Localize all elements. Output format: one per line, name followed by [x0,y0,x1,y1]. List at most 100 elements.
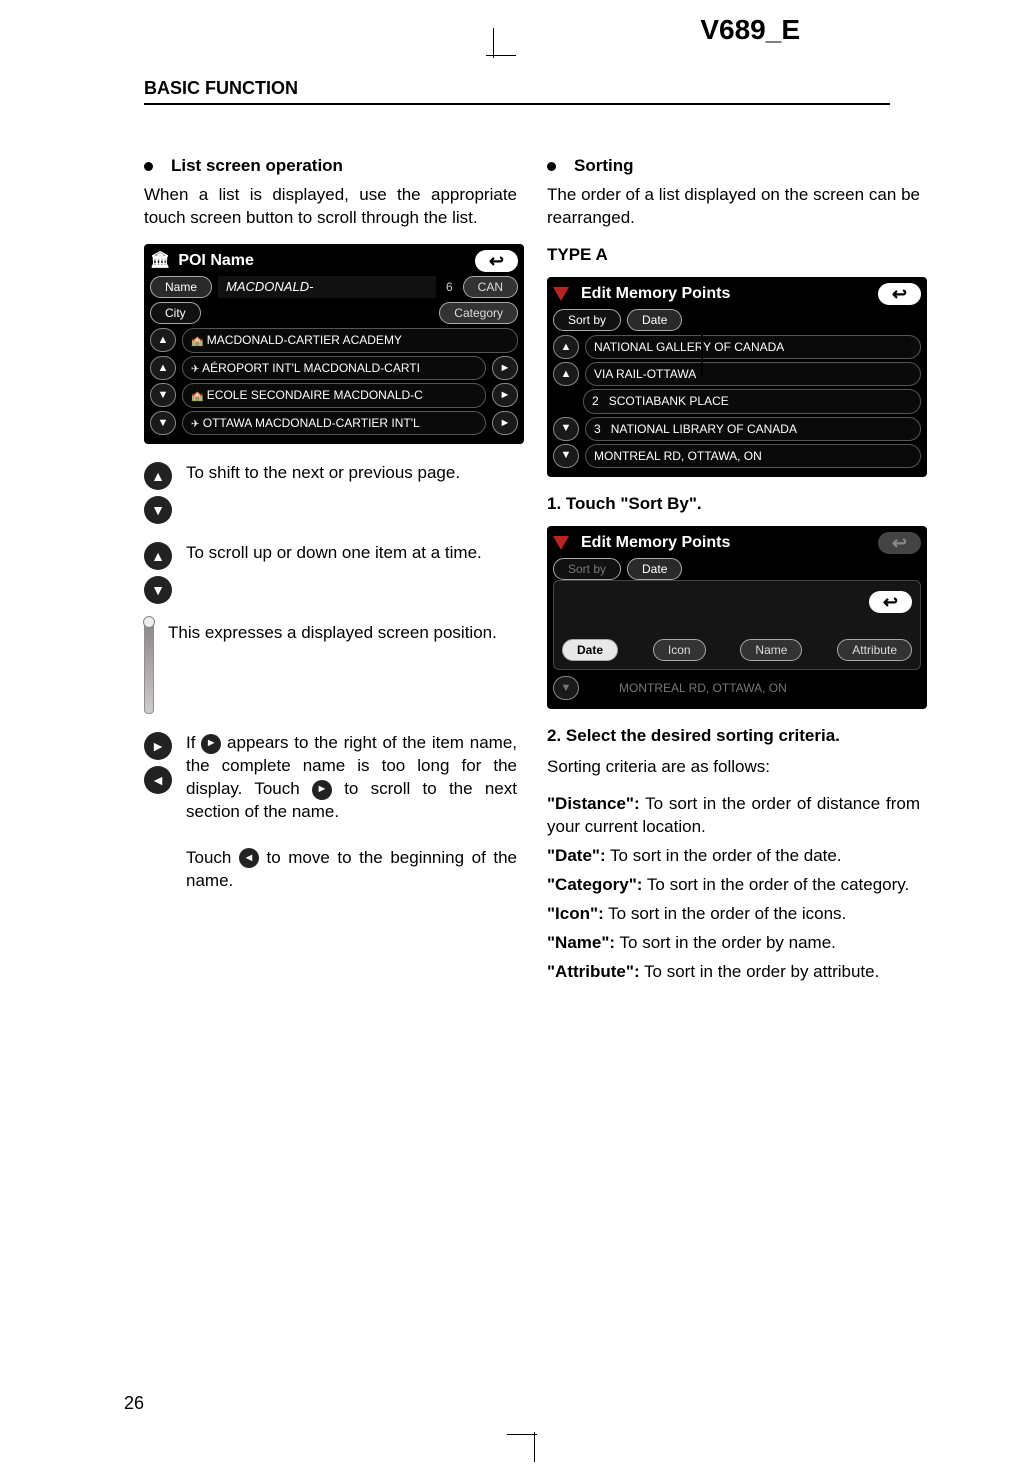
poi-row-1[interactable]: ✈ AÉROPORT INT'L MACDONALD-CARTI [182,356,486,381]
poi-row-0-text: MACDONALD-CARTIER ACADEMY [207,333,402,347]
back-button[interactable]: ↩ [475,250,518,272]
criteria-category-text: To sort in the order of the category. [642,875,909,894]
page-down-button[interactable]: ▼ [150,411,176,435]
name-tab[interactable]: Name [150,276,212,298]
line-down-icon: ▼ [144,576,172,604]
criteria-date-label: "Date": [547,846,606,865]
sort-faded-row: MONTREAL RD, OTTAWA, ON [585,680,787,696]
arrow-desc-1a: If [186,733,201,752]
scroll-left-icon: ◄ [144,766,172,794]
criteria-category: "Category": To sort in the order of the … [547,874,920,897]
inline-right-icon: ► [312,780,332,800]
line-nav-desc: To scroll up or down one item at a time. [186,542,517,565]
right-intro: The order of a list displayed on the scr… [547,184,920,230]
poi-row-2[interactable]: 🏫 ECOLE SECONDAIRE MACDONALD-C [182,383,486,408]
sort-overlay-screenshot: Edit Memory Points ↩ Sort by Date ↩ Date… [547,526,927,709]
region-button[interactable]: CAN [463,276,518,298]
sort-by-button[interactable]: Sort by [553,309,621,331]
mem-row-2[interactable]: 2 SCOTIABANK PLACE [583,389,921,413]
scroll-right-icon: ► [144,732,172,760]
poi-row-3-text: OTTAWA MACDONALD-CARTIER INT'L [203,416,420,430]
criteria-intro: Sorting criteria are as follows: [547,756,920,779]
sort-option-icon[interactable]: Icon [653,639,706,661]
page-down-icon: ▼ [144,496,172,524]
sort-overlay-panel: ↩ Date Icon Name Attribute [553,580,921,670]
sort-option-name[interactable]: Name [740,639,802,661]
back-button[interactable]: ↩ [878,283,921,305]
result-count: 6 [442,279,457,295]
line-up-button[interactable]: ▲ [150,356,176,380]
poi-title: POI Name [178,250,254,272]
page-down-button[interactable]: ▼ [553,444,579,468]
mem-row-3[interactable]: 3 NATIONAL LIBRARY OF CANADA [585,417,921,441]
type-a-label: TYPE A [547,244,920,267]
criteria-attribute-text: To sort in the order by attribute. [640,962,880,981]
city-tab[interactable]: City [150,302,201,324]
sort-option-attribute[interactable]: Attribute [837,639,912,661]
poi-row-3[interactable]: ✈ OTTAWA MACDONALD-CARTIER INT'L [182,411,486,436]
overlay-back-button[interactable]: ↩ [869,591,912,613]
sort-screenshot-title: Edit Memory Points [581,532,730,554]
poi-row-2-text: ECOLE SECONDAIRE MACDONALD-C [207,388,423,402]
edit-memory-title: Edit Memory Points [581,283,730,305]
criteria-distance: "Distance": To sort in the order of dist… [547,793,920,839]
mem-row-2-idx: 2 [592,394,599,408]
criteria-name-label: "Name": [547,933,615,952]
edit-memory-screenshot: Edit Memory Points ↩ Sort by Date ▲ NATI… [547,277,927,477]
left-column: List screen operation When a list is dis… [144,155,517,990]
criteria-date: "Date": To sort in the order of the date… [547,845,920,868]
pin-icon [553,536,569,550]
scroll-right-button[interactable]: ► [492,356,518,380]
left-bullet-title: List screen operation [171,155,343,178]
page-up-icon: ▲ [144,462,172,490]
section-header: BASIC FUNCTION [144,78,890,105]
mem-row-2-text: SCOTIABANK PLACE [609,394,729,408]
page-number: 26 [124,1393,144,1414]
mem-row-0[interactable]: NATIONAL GALLERY OF CANADA [585,335,921,359]
plane-icon: ✈ [191,419,199,430]
line-down-button[interactable]: ▼ [553,417,579,441]
poi-row-1-text: AÉROPORT INT'L MACDONALD-CARTI [202,361,420,375]
search-input[interactable]: MACDONALD- [218,276,436,298]
line-up-button[interactable]: ▲ [553,362,579,386]
criteria-icon-label: "Icon": [547,904,604,923]
scroll-bar-desc: This expresses a displayed screen positi… [168,622,517,645]
school-icon: 🏫 [191,336,203,347]
page-down-disabled: ▼ [553,676,579,700]
inline-left-icon: ◄ [239,848,259,868]
crop-mark-icon [517,1428,551,1462]
poi-row-0[interactable]: 🏫 MACDONALD-CARTIER ACADEMY [182,328,518,353]
line-up-icon: ▲ [144,542,172,570]
scroll-position-icon [144,622,154,714]
criteria-name-text: To sort in the order by name. [615,933,836,952]
criteria-icon-text: To sort in the order of the icons. [604,904,847,923]
scroll-right-button[interactable]: ► [492,411,518,435]
sort-option-date[interactable]: Date [562,639,618,661]
right-bullet-title: Sorting [574,155,634,178]
line-down-button[interactable]: ▼ [150,383,176,407]
left-intro: When a list is displayed, use the approp… [144,184,517,230]
pin-icon [553,287,569,301]
step-1: 1. Touch "Sort By". [547,493,920,516]
back-button-disabled: ↩ [878,532,921,554]
criteria-category-label: "Category": [547,875,642,894]
sort-by-value[interactable]: Date [627,309,682,331]
crop-mark-icon [476,38,510,72]
arrow-desc-2a: Touch [186,848,239,867]
right-bullet-heading: Sorting [547,155,920,178]
poi-name-screenshot: 🏛 POI Name ↩ Name MACDONALD- 6 CAN City … [144,244,524,444]
page-up-button[interactable]: ▲ [553,335,579,359]
right-column: Sorting The order of a list displayed on… [547,155,920,990]
criteria-icon: "Icon": To sort in the order of the icon… [547,903,920,926]
criteria-attribute: "Attribute": To sort in the order by att… [547,961,920,984]
document-id: V689_E [700,14,800,46]
category-button[interactable]: Category [439,302,518,324]
mem-row-4[interactable]: MONTREAL RD, OTTAWA, ON [585,444,921,468]
page-up-button[interactable]: ▲ [150,328,176,352]
criteria-list: "Distance": To sort in the order of dist… [547,793,920,984]
criteria-name: "Name": To sort in the order by name. [547,932,920,955]
scroll-right-button[interactable]: ► [492,383,518,407]
inline-right-icon: ► [201,734,221,754]
bullet-icon [547,162,556,171]
mem-row-1[interactable]: VIA RAIL-OTTAWA [585,362,921,386]
